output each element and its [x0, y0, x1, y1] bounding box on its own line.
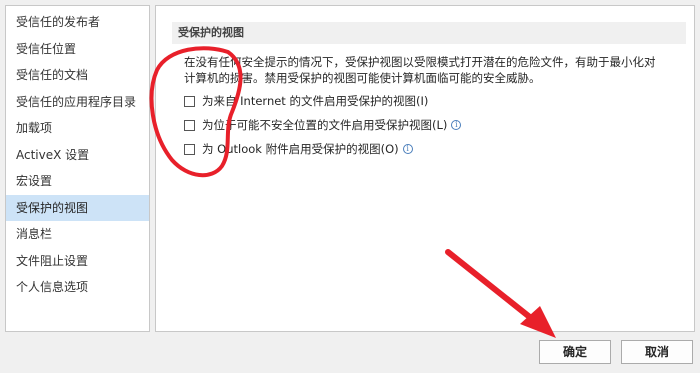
nav-item-trusted-documents[interactable]: 受信任的文档 [6, 62, 149, 89]
internet-files-checkbox[interactable] [184, 95, 195, 107]
nav-item-trusted-locations[interactable]: 受信任位置 [6, 36, 149, 63]
nav-item-activex-settings[interactable]: ActiveX 设置 [6, 142, 149, 169]
ok-button[interactable]: 确定 [539, 340, 611, 364]
description-text: 在没有任何安全提示的情况下，受保护视图以受限模式打开潜在的危险文件，有助于最小化… [184, 54, 684, 86]
description-line-2: 计算机的损害。禁用受保护的视图可能使计算机面临可能的安全威胁。 [184, 71, 541, 85]
option-outlook-attachments[interactable]: 为 Outlook 附件启用受保护的视图(O) i [184, 139, 413, 159]
outlook-attachments-label[interactable]: 为 Outlook 附件启用受保护的视图(O) [202, 141, 399, 157]
cancel-button[interactable]: 取消 [621, 340, 693, 364]
nav-item-protected-view[interactable]: 受保护的视图 [6, 194, 149, 221]
trust-center-dialog: 受信任的发布者 受信任位置 受信任的文档 受信任的应用程序目录 加载项 Acti… [0, 0, 700, 373]
outlook-attachments-checkbox[interactable] [184, 143, 195, 155]
unsafe-locations-label[interactable]: 为位于可能不安全位置的文件启用受保护视图(L) [202, 117, 447, 133]
info-icon[interactable]: i [402, 144, 413, 154]
info-icon[interactable]: i [451, 120, 462, 130]
protected-view-panel: 受保护的视图 在没有任何安全提示的情况下，受保护视图以受限模式打开潜在的危险文件… [155, 5, 695, 332]
nav-item-trusted-publishers[interactable]: 受信任的发布者 [6, 9, 149, 36]
option-internet-files[interactable]: 为来自 Internet 的文件启用受保护的视图(I) [184, 91, 428, 111]
internet-files-label[interactable]: 为来自 Internet 的文件启用受保护的视图(I) [202, 93, 428, 109]
trust-center-nav: 受信任的发布者 受信任位置 受信任的文档 受信任的应用程序目录 加载项 Acti… [5, 5, 150, 332]
unsafe-locations-checkbox[interactable] [184, 119, 195, 131]
nav-item-privacy-options[interactable]: 个人信息选项 [6, 274, 149, 301]
nav-item-message-bar[interactable]: 消息栏 [6, 221, 149, 248]
nav-item-trusted-app-catalogs[interactable]: 受信任的应用程序目录 [6, 89, 149, 116]
description-line-1: 在没有任何安全提示的情况下，受保护视图以受限模式打开潜在的危险文件，有助于最小化… [184, 55, 656, 69]
section-title: 受保护的视图 [172, 22, 686, 44]
nav-item-add-ins[interactable]: 加载项 [6, 115, 149, 142]
nav-item-file-block-settings[interactable]: 文件阻止设置 [6, 248, 149, 275]
option-unsafe-locations[interactable]: 为位于可能不安全位置的文件启用受保护视图(L) i [184, 115, 462, 135]
nav-item-macro-settings[interactable]: 宏设置 [6, 168, 149, 195]
